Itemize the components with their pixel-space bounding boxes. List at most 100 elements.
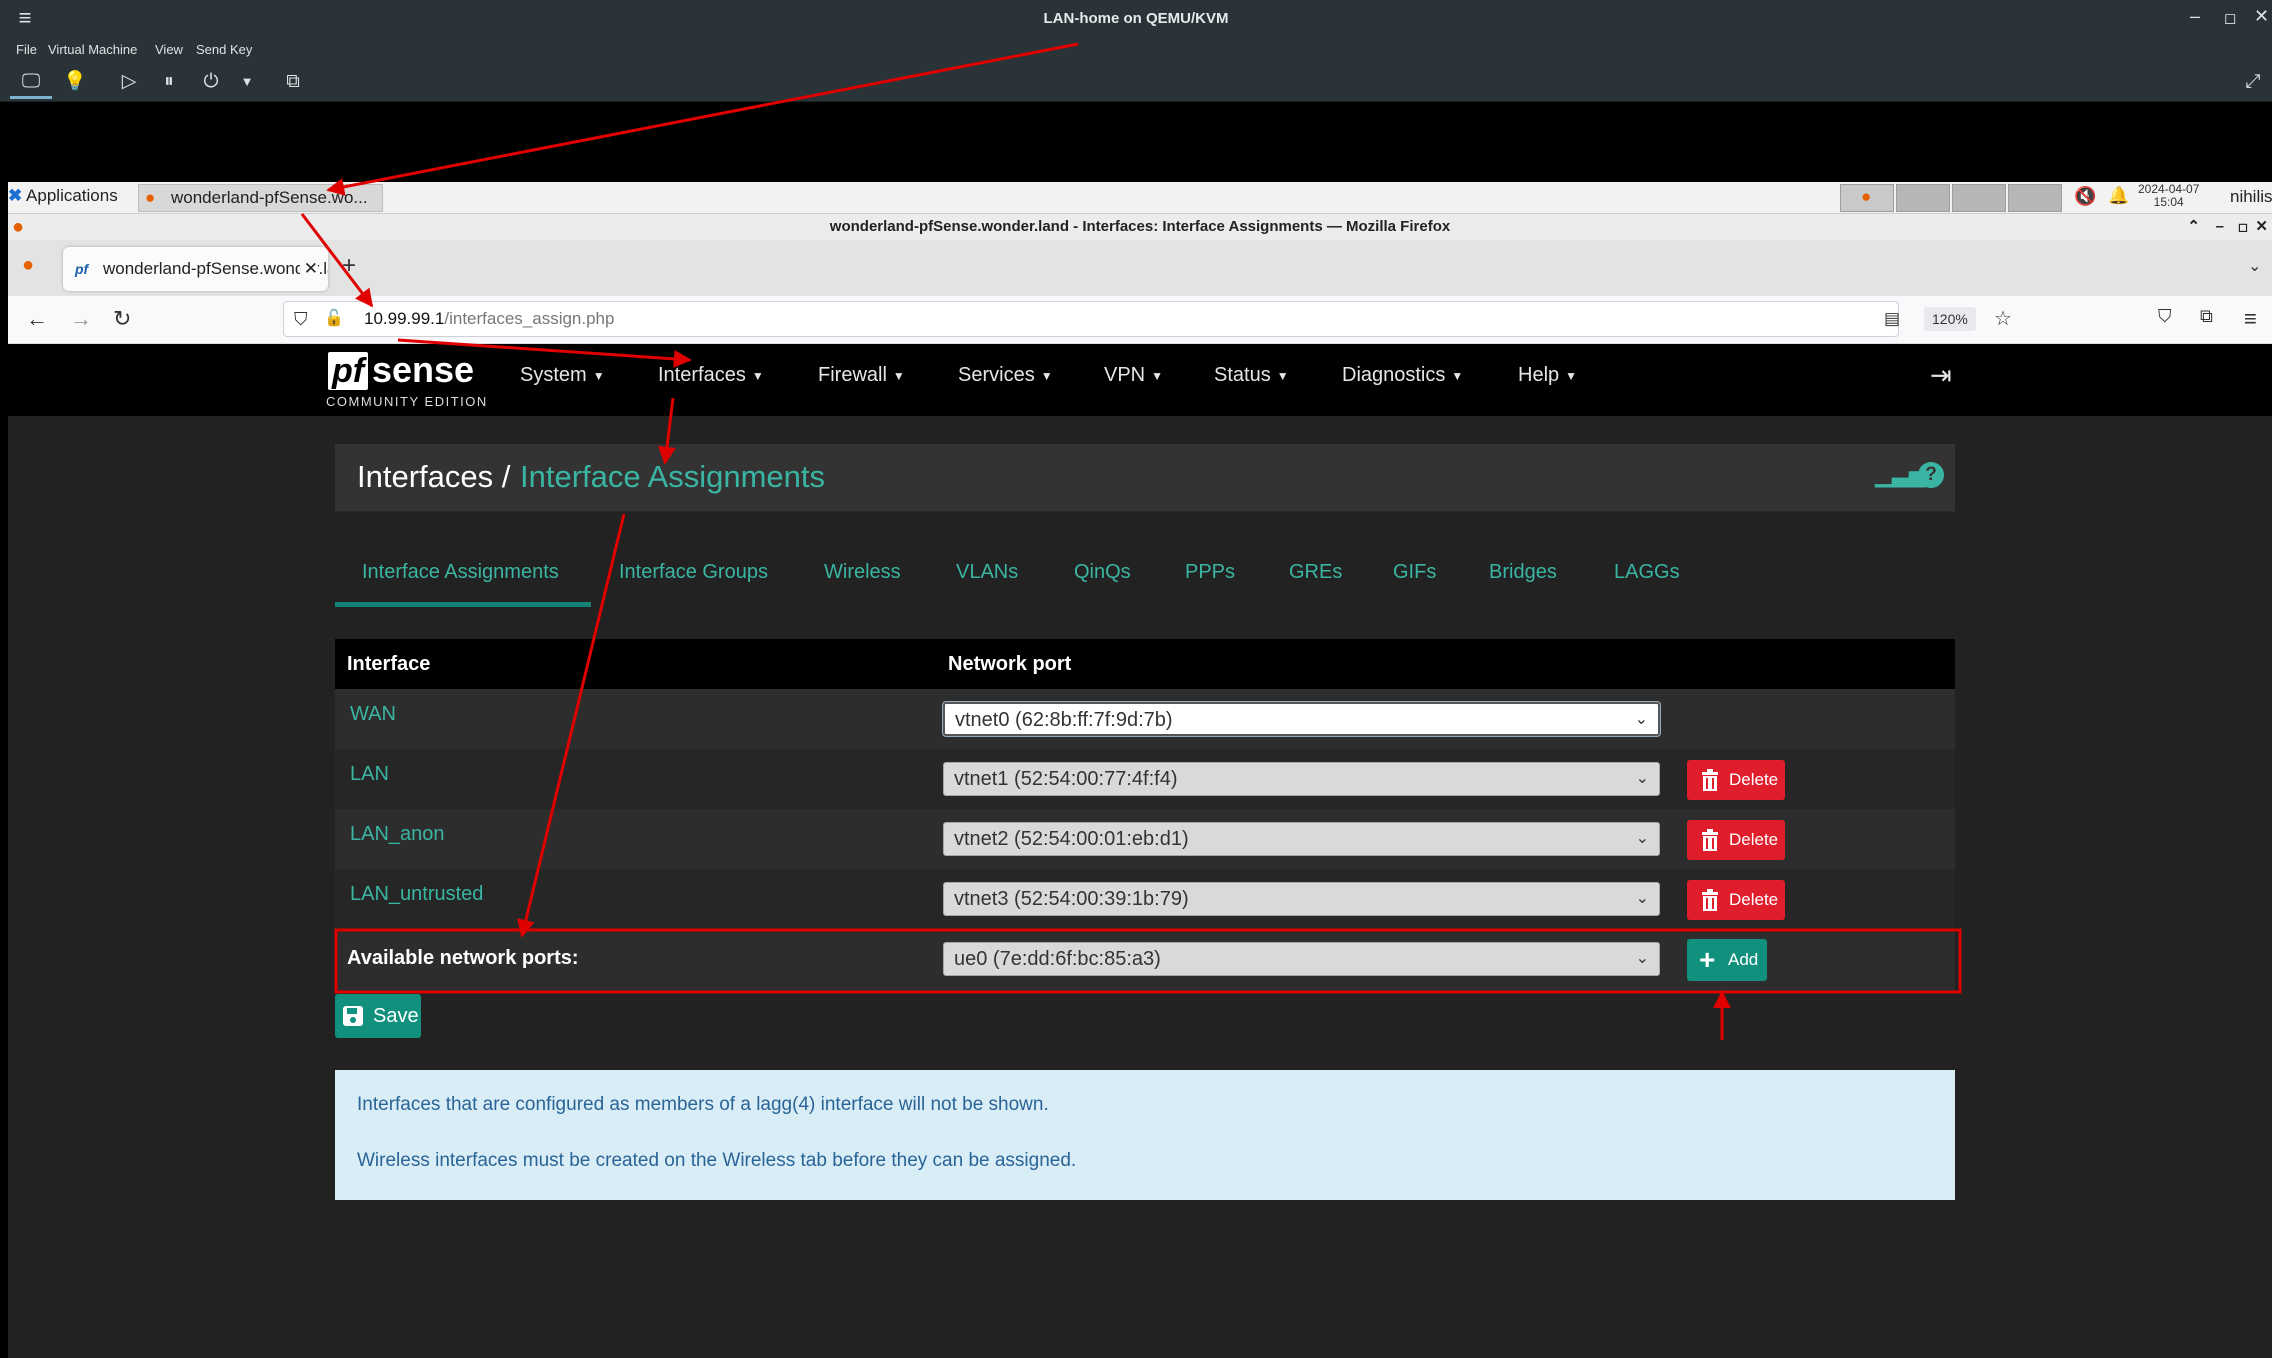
breadcrumb-section-text: Interfaces [357,459,494,494]
qemu-window-title: LAN-home on QEMU/KVM [1043,10,1229,27]
nav-interfaces[interactable]: Interfaces ▼ [658,364,764,387]
close-icon[interactable]: ✕ [2254,6,2269,27]
pause-icon[interactable]: ⏸ [156,70,182,94]
nav-firewall[interactable]: Firewall ▼ [818,364,905,387]
tab-close-icon[interactable]: ✕ [299,247,318,291]
pfsense-favicon-icon: pf [75,261,89,277]
available-port-select[interactable]: ue0 (7e:dd:6f:bc:85:a3) ⌄ [943,942,1660,976]
workspace-2[interactable] [1896,184,1950,212]
interface-link-lan-anon[interactable]: LAN_anon [350,823,445,846]
new-tab-icon[interactable]: + [342,252,356,280]
interface-link-wan[interactable]: WAN [350,703,396,726]
minimize-icon[interactable]: – [2190,6,2200,27]
network-port-select-lan-anon[interactable]: vtnet2 (52:54:00:01:eb:d1) ⌄ [943,822,1660,856]
pocket-icon[interactable]: ⛉ [2158,306,2172,327]
save-button[interactable]: Save [335,994,421,1038]
caret-down-icon: ▼ [751,368,764,383]
workspace-1[interactable]: ● [1840,184,1894,212]
nav-services[interactable]: Services ▼ [958,364,1053,387]
tab-ppps[interactable]: PPPs [1185,561,1235,584]
menu-virtual-machine[interactable]: Virtual Machine [48,42,137,57]
tab-gifs[interactable]: GIFs [1393,561,1436,584]
menu-file[interactable]: File [16,42,37,57]
nav-vpn[interactable]: VPN ▼ [1104,364,1163,387]
menu-send-key[interactable]: Send Key [196,42,252,57]
window-close-icon[interactable]: ✕ [2255,214,2268,240]
tab-bridges[interactable]: Bridges [1489,561,1557,584]
logout-icon[interactable]: ⇥ [1930,360,1952,391]
firefox-view-icon[interactable]: ● [22,254,34,277]
list-tabs-chevron-down-icon[interactable]: ⌄ [2248,256,2261,276]
forward-icon[interactable]: → [70,306,92,332]
app-menu-icon[interactable]: ≡ [2244,306,2257,332]
nav-status[interactable]: Status ▼ [1214,364,1289,387]
delete-button-lan-untrusted[interactable]: Delete [1687,880,1785,920]
select-value: ue0 (7e:dd:6f:bc:85:a3) [954,948,1161,970]
info-alert: Interfaces that are configured as member… [335,1070,1955,1200]
bookmark-star-icon[interactable]: ☆ [1994,302,2012,336]
delete-button-lan[interactable]: Delete [1687,760,1785,800]
reload-icon[interactable]: ↻ [113,306,131,332]
caret-down-icon: ▼ [1040,368,1053,383]
user-name[interactable]: nihilis [2230,187,2272,207]
window-title-text: wonderland-pfSense.wonder.land - Interfa… [829,218,1451,235]
pfsense-logo[interactable]: pf sense COMMUNITY EDITION [326,350,488,410]
delete-button-lan-anon[interactable]: Delete [1687,820,1785,860]
url-bar[interactable]: ⛉ 🔓 10.99.99.1/interfaces_assign.php ▤ 1… [283,301,2012,337]
details-icon[interactable]: 💡 [62,70,88,94]
fullscreen-icon[interactable]: ⤢ [2240,70,2266,94]
tab-gres[interactable]: GREs [1289,561,1342,584]
add-button[interactable]: + Add [1687,939,1767,981]
tab-interface-assignments[interactable]: Interface Assignments [362,561,559,584]
task-label: wonderland-pfSense.wo... [171,188,368,207]
maximize-icon[interactable]: ◻ [2224,9,2236,27]
window-maximize-icon[interactable]: ◻ [2238,214,2248,240]
delete-label: Delete [1729,890,1779,909]
window-shade-icon[interactable]: ⌃ [2187,214,2200,240]
nav-help[interactable]: Help ▼ [1518,364,1577,387]
workspace-4[interactable] [2008,184,2062,212]
volume-muted-icon[interactable]: 🔇 [2074,186,2096,207]
menu-view[interactable]: View [155,42,183,57]
tab-qinqs[interactable]: QinQs [1074,561,1131,584]
xfce-logo-icon: ✖ [8,186,23,205]
breadcrumb-section[interactable]: Interfaces / [357,459,510,495]
zoom-level[interactable]: 120% [1924,307,1976,331]
console-icon[interactable]: 🖵 [18,70,44,94]
nav-system[interactable]: System ▼ [520,364,605,387]
clock[interactable]: 2024-04-07 15:04 [2138,183,2199,209]
nav-label: Status [1214,364,1271,386]
shield-icon[interactable]: ⛉ [294,302,308,336]
power-icon[interactable]: ⏻ [198,70,224,94]
reader-view-icon[interactable]: ▤ [1884,302,1900,336]
tab-interface-groups[interactable]: Interface Groups [619,561,768,584]
interface-link-lan[interactable]: LAN [350,763,389,786]
applications-menu[interactable]: ✖ Applications [8,186,118,206]
network-port-select-lan[interactable]: vtnet1 (52:54:00:77:4f:f4) ⌄ [943,762,1660,796]
network-port-select-wan[interactable]: vtnet0 (62:8b:ff:7f:9d:7b) ⌄ [943,702,1660,736]
help-icon[interactable]: ? [1918,462,1944,488]
tab-laggs[interactable]: LAGGs [1614,561,1680,584]
insecure-lock-icon[interactable]: 🔓 [324,302,344,336]
run-icon[interactable]: ▷ [116,70,142,94]
tab-wireless[interactable]: Wireless [824,561,901,584]
window-minimize-icon[interactable]: – [2216,214,2224,240]
power-dropdown-icon[interactable]: ▼ [234,70,260,94]
network-port-select-lan-untrusted[interactable]: vtnet3 (52:54:00:39:1b:79) ⌄ [943,882,1660,916]
qemu-toolbar: 🖵 💡 ▷ ⏸ ⏻ ▼ ⧉ ⤢ [0,62,2272,102]
caret-down-icon: ▼ [592,368,605,383]
breadcrumb-separator: / [501,459,511,494]
page-title[interactable]: Interface Assignments [520,459,825,495]
browser-tab[interactable]: pf wonderland-pfSense.wonder.land ✕ [63,247,328,291]
snapshot-icon[interactable]: ⧉ [280,70,306,94]
header-interface: Interface [347,653,431,675]
nav-diagnostics[interactable]: Diagnostics ▼ [1342,364,1463,387]
tab-vlans[interactable]: VLANs [956,561,1018,584]
workspace-3[interactable] [1952,184,2006,212]
notification-bell-icon[interactable]: 🔔 [2108,186,2129,206]
interface-link-lan-untrusted[interactable]: LAN_untrusted [350,883,483,906]
taskbar-firefox-task[interactable]: ● wonderland-pfSense.wo... [138,184,383,212]
extensions-icon[interactable]: ⧉ [2200,306,2213,327]
trash-icon [1702,769,1718,791]
back-icon[interactable]: ← [26,306,48,332]
